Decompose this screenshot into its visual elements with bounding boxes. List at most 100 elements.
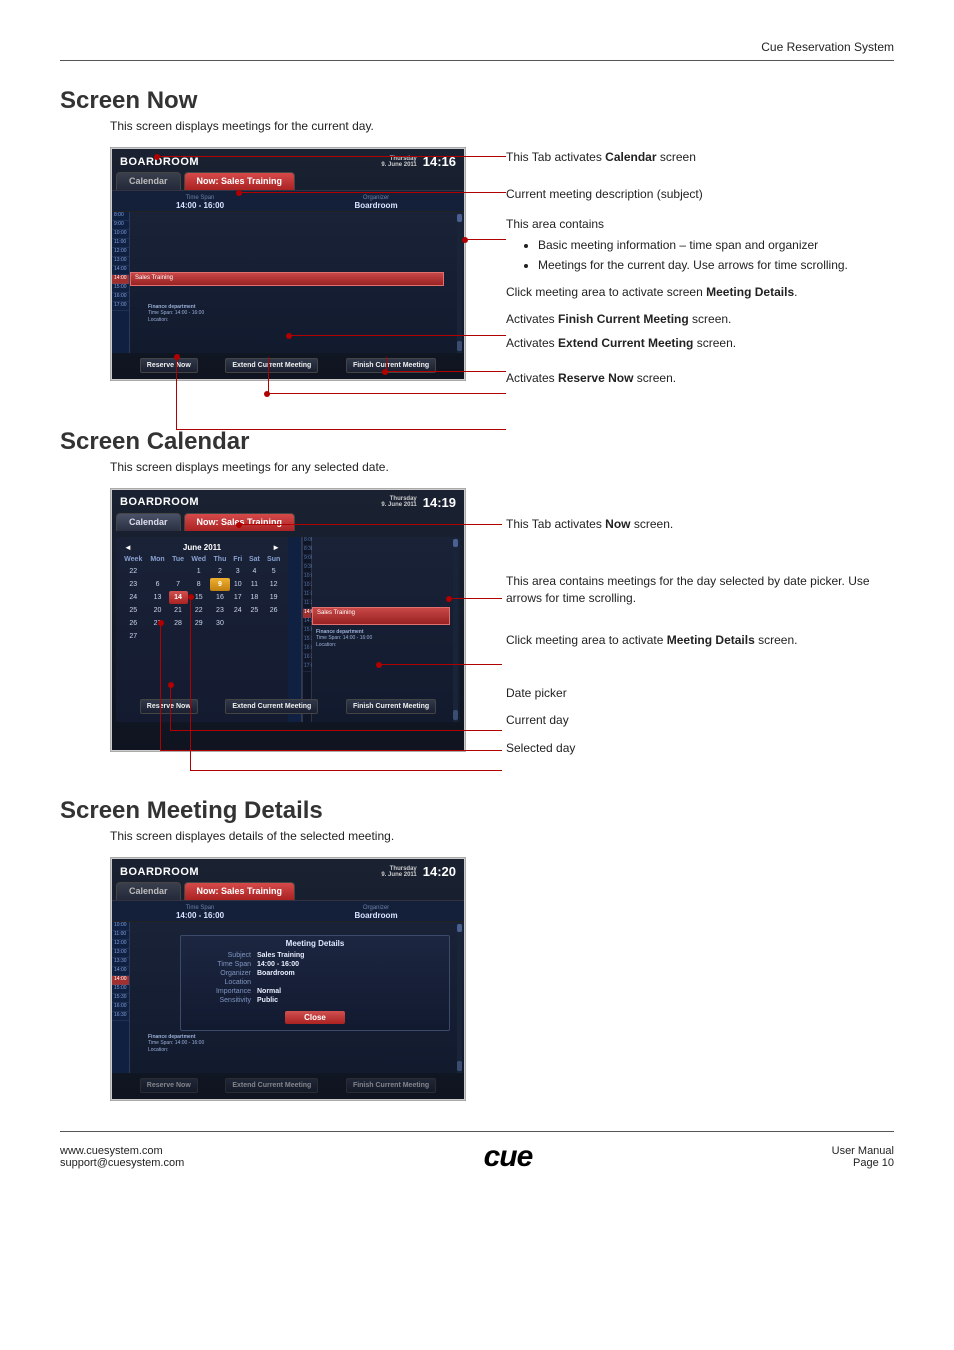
screenshot-calendar: BOARDROOM Thursday9. June 2011 14:19 Cal… [110,488,466,752]
detail-value: Public [257,997,278,1004]
detail-value: Boardroom [257,970,295,977]
date-cell[interactable]: 14 [169,591,188,604]
header-date: Thursday9. June 2011 [381,156,416,168]
date-cell[interactable]: 5 [263,565,284,578]
month-label: June 2011 [183,543,221,552]
detail-label: Location [189,979,257,986]
room-title: BOARDROOM [120,496,381,508]
timeline-scrollbar[interactable] [457,922,462,1073]
date-cell[interactable]: 24 [230,604,245,617]
date-cell[interactable]: 30 [210,617,230,630]
detail-label: Importance [189,988,257,995]
detail-label: Sensitivity [189,997,257,1004]
extend-meeting-button[interactable]: Extend Current Meeting [225,699,318,714]
date-cell[interactable]: 18 [246,591,264,604]
date-cell[interactable]: 16 [210,591,230,604]
meeting-block-title: Sales Training [135,275,173,281]
extend-meeting-button: Extend Current Meeting [225,1078,318,1093]
tab-calendar[interactable]: Calendar [116,882,181,900]
date-cell[interactable] [147,565,169,578]
date-cell[interactable]: 1 [188,565,210,578]
date-cell[interactable]: 20 [147,604,169,617]
date-cell[interactable]: 24 [120,591,147,604]
date-cell[interactable] [147,630,169,643]
date-cell[interactable] [263,617,284,630]
timespan-value: 14:00 - 16:00 [112,911,288,920]
date-cell[interactable] [169,630,188,643]
reserve-now-button: Reserve Now [140,1078,198,1093]
date-cell[interactable]: 6 [147,578,169,591]
date-cell[interactable] [210,630,230,643]
anno-meeting-details: Click meeting area to activate screen Me… [506,284,894,301]
tab-now[interactable]: Now: Sales Training [184,172,296,190]
tab-calendar[interactable]: Calendar [116,513,181,531]
reserve-now-button[interactable]: Reserve Now [140,358,198,373]
next-month-icon[interactable]: ► [272,543,280,552]
header-clock: 14:20 [423,864,456,879]
intro-screen-now: This screen displays meetings for the cu… [110,119,894,133]
date-cell[interactable]: 3 [230,565,245,578]
date-cell[interactable]: 9 [210,578,230,591]
meeting-block[interactable]: Sales Training [130,272,444,286]
anno-area: This area contains Basic meeting informa… [506,216,894,274]
date-cell[interactable]: 10 [230,578,245,591]
meeting-info: Finance department Time Span: 14:00 - 16… [316,629,372,649]
tab-now[interactable]: Now: Sales Training [184,882,296,900]
date-cell[interactable] [246,617,264,630]
anno-reserve: Activates Reserve Now screen. [506,370,894,387]
meeting-info: Finance department Time Span: 14:00 - 16… [148,1034,204,1054]
meeting-block[interactable]: Sales Training [312,607,450,625]
date-cell[interactable] [246,630,264,643]
timespan-value: 14:00 - 16:00 [112,201,288,210]
organizer-value: Boardroom [288,911,464,920]
timeline-scrollbar[interactable] [453,537,458,722]
detail-value: Sales Training [257,952,304,959]
room-title: BOARDROOM [120,866,381,878]
detail-label: Subject [189,952,257,959]
extend-meeting-button[interactable]: Extend Current Meeting [225,358,318,373]
anno-extend: Activates Extend Current Meeting screen. [506,335,894,352]
finish-meeting-button[interactable]: Finish Current Meeting [346,699,436,714]
modal-title: Meeting Details [181,936,449,951]
date-cell[interactable]: 7 [169,578,188,591]
tab-calendar[interactable]: Calendar [116,172,181,190]
anno-finish: Activates Finish Current Meeting screen. [506,311,894,328]
date-cell[interactable]: 11 [246,578,264,591]
meeting-block-title: Sales Training [317,610,355,616]
date-cell[interactable] [230,617,245,630]
date-cell[interactable]: 17 [230,591,245,604]
date-cell[interactable]: 23 [210,604,230,617]
cal-meeting-area[interactable]: Sales Training Finance department Time S… [312,537,460,722]
timeline-scrollbar[interactable] [457,212,462,353]
meeting-area[interactable]: Sales Training Finance department Time S… [130,212,464,353]
detail-value: 14:00 - 16:00 [257,961,299,968]
meeting-details-modal: Meeting Details SubjectSales TrainingTim… [180,935,450,1031]
date-cell[interactable]: 26 [120,617,147,630]
date-cell[interactable]: 25 [246,604,264,617]
date-cell[interactable]: 21 [169,604,188,617]
date-cell[interactable]: 2 [210,565,230,578]
date-cell[interactable] [169,565,188,578]
date-cell[interactable]: 12 [263,578,284,591]
detail-label: Time Span [189,961,257,968]
prev-month-icon[interactable]: ◄ [124,543,132,552]
date-cell[interactable]: 8 [188,578,210,591]
heading-screen-now: Screen Now [60,87,894,115]
date-cell[interactable]: 4 [246,565,264,578]
date-picker[interactable]: ◄ June 2011 ► WeekMonTueWedThuFriSatSun2… [116,537,288,722]
date-cell[interactable]: 28 [169,617,188,630]
date-cell[interactable]: 25 [120,604,147,617]
detail-label: Organizer [189,970,257,977]
date-cell[interactable]: 22 [120,565,147,578]
date-cell[interactable]: 19 [263,591,284,604]
cue-logo: cue [484,1140,533,1174]
date-cell[interactable]: 13 [147,591,169,604]
date-cell[interactable]: 23 [120,578,147,591]
date-cell[interactable]: 27 [120,630,147,643]
close-button[interactable]: Close [285,1011,345,1024]
date-cell[interactable] [230,630,245,643]
anno-calendar-tab: This Tab activates Calendar screen [506,149,894,166]
date-cell[interactable] [263,630,284,643]
page-header: Cue Reservation System [60,40,894,61]
date-cell[interactable]: 26 [263,604,284,617]
